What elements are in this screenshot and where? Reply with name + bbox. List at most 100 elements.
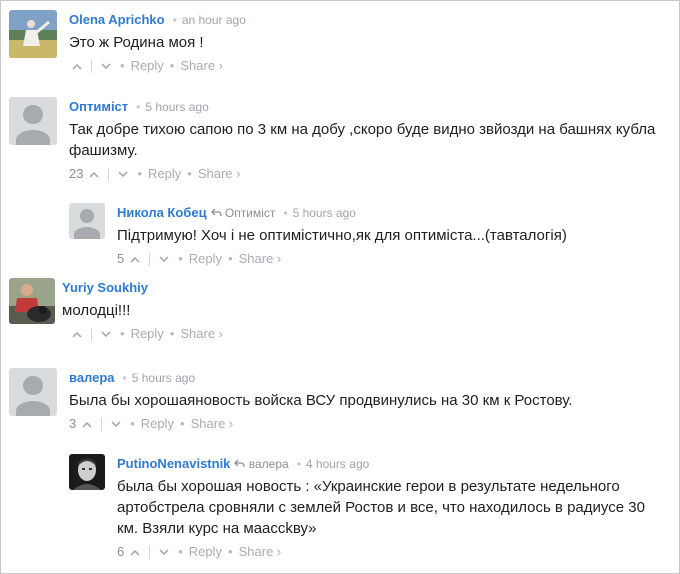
comment-text: Это ж Родина моя ! (69, 34, 204, 51)
separator-dot: • (137, 166, 143, 181)
share-button[interactable]: Share › (191, 416, 234, 431)
separator-dot: • (178, 544, 183, 559)
separator-dot: • (120, 58, 125, 73)
chevron-down-icon (118, 171, 129, 178)
downvote-button[interactable] (98, 58, 114, 76)
chevron-up-icon (130, 256, 140, 263)
reply-arrow-icon (210, 208, 222, 217)
separator: • (122, 371, 127, 385)
upvote-button[interactable] (69, 326, 85, 344)
separator-dot: • (120, 326, 125, 341)
share-button[interactable]: Share › (239, 544, 282, 559)
reply-button[interactable]: Reply (189, 544, 222, 559)
share-button[interactable]: Share › (239, 251, 282, 266)
author-name[interactable]: PutinoNenavistnik (117, 456, 230, 471)
comment-footer: 5 • Reply • Share › (117, 250, 667, 268)
comment-text: была бы хорошая новость : «Украинские ге… (117, 478, 645, 537)
share-button[interactable]: Share › (180, 326, 223, 341)
downvote-button[interactable] (98, 326, 114, 344)
author-name[interactable]: Olena Aprichko (69, 12, 165, 27)
vote-count: 23 (69, 166, 84, 181)
chevron-up-icon (130, 549, 140, 556)
comment-footer: 23 • Reply • Share › (69, 165, 669, 183)
avatar[interactable] (9, 368, 57, 416)
user-photo-icon (9, 278, 55, 324)
separator-dot: • (187, 166, 192, 181)
downvote-button[interactable] (156, 251, 172, 269)
timestamp[interactable]: 4 hours ago (306, 457, 369, 471)
chevron-up-icon (72, 331, 82, 338)
user-photo-icon (69, 454, 105, 490)
default-avatar-icon (69, 203, 105, 239)
separator: • (283, 206, 288, 220)
upvote-button[interactable] (86, 166, 102, 184)
vote-count: 6 (117, 544, 125, 559)
parent-author-link[interactable]: Оптиміст (210, 206, 276, 220)
reply-button[interactable]: Reply (148, 166, 181, 181)
comment-text: молодці!!! (62, 302, 131, 319)
separator-dot: • (169, 58, 175, 73)
vote-divider (91, 328, 92, 342)
avatar[interactable] (9, 278, 55, 324)
comments-thread: Olena Aprichko • an hour ago Это ж Родина … (0, 0, 680, 574)
vote-divider (91, 60, 92, 74)
timestamp[interactable]: an hour ago (182, 13, 246, 27)
comment-footer: • Reply • Share › (69, 57, 669, 75)
author-name[interactable]: Никола Кобец (117, 205, 207, 220)
comment-footer: 6 • Reply • Share › (117, 543, 669, 561)
parent-author-link[interactable]: валера (234, 457, 289, 471)
author-name[interactable]: валера (69, 370, 115, 385)
vote-count: 5 (117, 251, 125, 266)
default-avatar-icon (9, 368, 57, 416)
vote-count: 3 (69, 416, 77, 431)
chevron-down-icon (111, 421, 121, 428)
chevron-down-icon (159, 256, 169, 263)
vote-divider (149, 253, 151, 267)
chevron-up-icon (72, 63, 82, 70)
chevron-down-icon (101, 331, 111, 338)
upvote-button[interactable] (127, 544, 143, 562)
timestamp[interactable]: 5 hours ago (293, 206, 356, 220)
separator-dot: • (178, 251, 183, 266)
separator: • (136, 100, 141, 114)
parent-author-name: валера (248, 457, 289, 471)
downvote-button[interactable] (108, 416, 124, 434)
vote-divider (101, 418, 103, 432)
comment-text: Підтримую! Хоч і не оптимістично,як для … (117, 227, 567, 244)
share-button[interactable]: Share › (198, 166, 241, 181)
vote-divider (149, 546, 151, 560)
upvote-button[interactable] (79, 416, 95, 434)
reply-button[interactable]: Reply (131, 58, 164, 73)
chevron-down-icon (159, 549, 169, 556)
default-avatar-icon (9, 97, 57, 145)
separator-dot: • (228, 544, 233, 559)
author-name[interactable]: Yuriy Soukhiy (62, 280, 148, 295)
comment-text: Так добре тихою сапою по 3 км на добу ,с… (69, 121, 656, 159)
reply-arrow-icon (234, 459, 246, 468)
author-name[interactable]: Оптиміст (69, 99, 128, 114)
reply-button[interactable]: Reply (189, 251, 222, 266)
user-photo-icon (9, 10, 57, 58)
upvote-button[interactable] (127, 251, 143, 269)
timestamp[interactable]: 5 hours ago (145, 100, 208, 114)
avatar[interactable] (9, 97, 57, 145)
downvote-button[interactable] (115, 166, 131, 184)
separator-dot: • (180, 416, 185, 431)
reply-button[interactable]: Reply (141, 416, 174, 431)
upvote-button[interactable] (69, 58, 85, 76)
downvote-button[interactable] (156, 544, 172, 562)
share-button[interactable]: Share › (180, 58, 223, 73)
separator-dot: • (228, 251, 233, 266)
vote-divider (108, 168, 110, 182)
avatar[interactable] (69, 203, 105, 239)
timestamp[interactable]: 5 hours ago (132, 371, 195, 385)
avatar[interactable] (69, 454, 105, 490)
comment-footer: 3 • Reply • Share › (69, 415, 669, 433)
parent-author-name: Оптиміст (224, 206, 276, 220)
avatar[interactable] (9, 10, 57, 58)
reply-button[interactable]: Reply (131, 326, 164, 341)
separator-dot: • (130, 416, 135, 431)
chevron-up-icon (89, 171, 100, 178)
chevron-up-icon (82, 421, 92, 428)
comment-text: Была бы хорошаяновость войска ВСУ продви… (69, 392, 573, 409)
